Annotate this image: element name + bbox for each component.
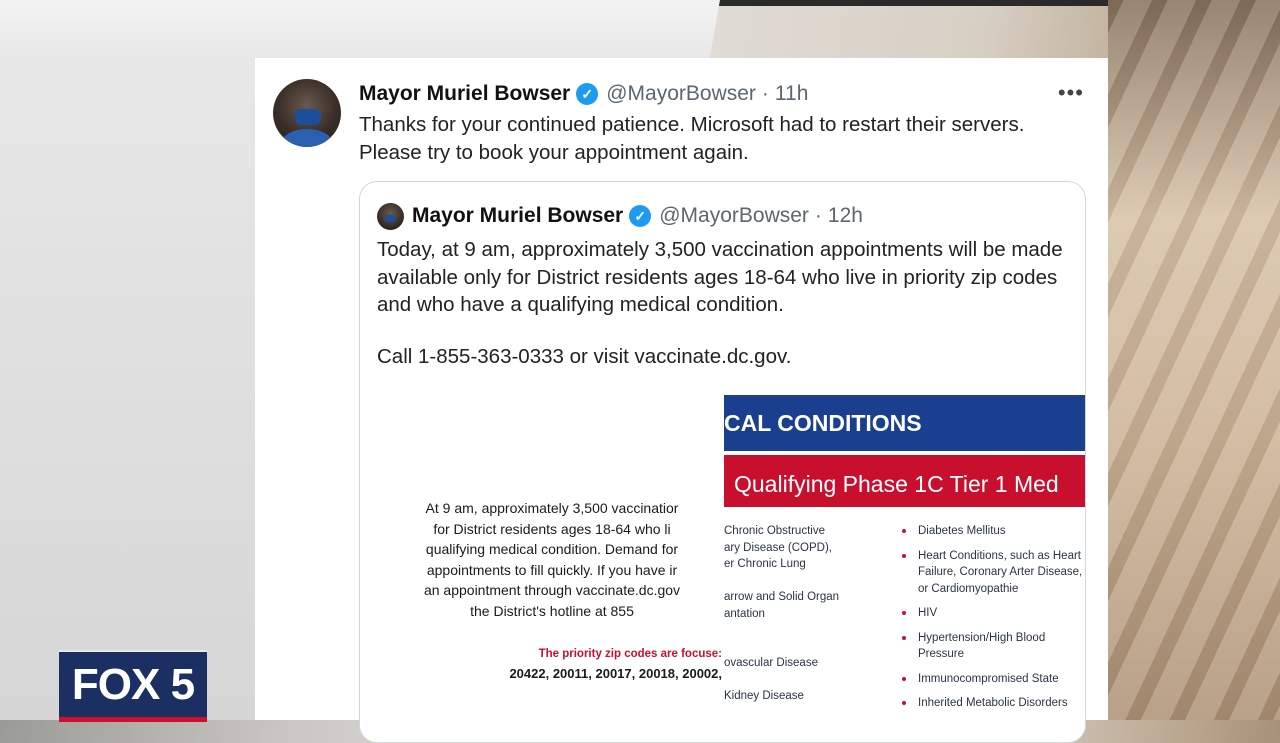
flyer-image-right[interactable]: CAL CONDITIONS Qualifying Phase 1C Tier …	[724, 395, 1085, 742]
quoted-tweet-text: Today, at 9 am, approximately 3,500 vacc…	[377, 238, 1063, 316]
condition-item: Inherited Metabolic Disorders	[902, 695, 1085, 712]
background-left	[0, 6, 255, 720]
flyer-line: qualifying medical condition. Demand for	[425, 541, 679, 557]
condition-item: Diabetes Mellitus	[902, 523, 1085, 540]
flyer-red-banner: Qualifying Phase 1C Tier 1 Med	[724, 455, 1085, 507]
condition-item: Hypertension/High Blood Pressure	[902, 630, 1085, 663]
condition-line: Kidney Disease	[724, 690, 804, 702]
quoted-tweet[interactable]: Mayor Muriel Bowser ✓ @MayorBowser · 12h…	[359, 181, 1086, 743]
background-wood	[1108, 0, 1280, 720]
quoted-author-name[interactable]: Mayor Muriel Bowser	[412, 204, 623, 228]
quoted-tweet-header: Mayor Muriel Bowser ✓ @MayorBowser · 12h	[377, 202, 863, 230]
quoted-tweet-call-text: Call 1-855-363-0333 or visit vaccinate.d…	[377, 345, 792, 368]
quoted-avatar-mask	[385, 214, 396, 222]
condition-line: ary Disease (COPD),	[724, 541, 832, 554]
flyer-line: the District's hotline at 855	[470, 602, 634, 619]
flyer-line: appointments to fill quickly. If you hav…	[426, 561, 678, 578]
quoted-author-handle[interactable]: @MayorBowser	[659, 204, 809, 228]
quoted-verified-badge-icon: ✓	[629, 205, 652, 227]
tweet-time[interactable]: 11h	[775, 82, 808, 106]
condition-line	[724, 639, 884, 656]
fox5-logo-text: FOX 5	[71, 660, 195, 709]
flyer-body-text: At 9 am, approximately 3,500 vaccinatior…	[382, 498, 722, 621]
fox5-logo: FOX 5	[59, 650, 207, 722]
condition-line: antation	[724, 607, 765, 620]
verified-badge-icon: ✓	[576, 83, 599, 105]
quoted-tweet-time[interactable]: 12h	[828, 204, 863, 228]
condition-item: HIV	[902, 605, 1085, 622]
condition-line: ovascular Disease	[724, 657, 818, 669]
more-options-icon[interactable]: •••	[1058, 80, 1084, 106]
flyer-image-left[interactable]: At 9 am, approximately 3,500 vaccinatior…	[360, 482, 724, 742]
quoted-separator-dot: ·	[814, 204, 822, 227]
background-paper	[0, 0, 720, 60]
flyer-line: an appointment through vaccinate.dc.gov	[423, 582, 681, 598]
flyer-blue-banner: CAL CONDITIONS	[724, 395, 1085, 451]
author-name[interactable]: Mayor Muriel Bowser	[359, 82, 570, 106]
condition-line: er Chronic Lung	[724, 558, 806, 570]
avatar-mask	[295, 109, 321, 125]
separator-dot: ·	[761, 82, 769, 105]
condition-line: Chronic Obstructive	[724, 525, 825, 537]
flyer-conditions-col-a: Chronic Obstructive ary Disease (COPD), …	[724, 523, 884, 705]
flyer-zip-codes: 20422, 20011, 20017, 20018, 20002,	[509, 666, 722, 681]
condition-line: arrow and Solid Organ	[724, 591, 840, 603]
tweet-screen: Mayor Muriel Bowser ✓ @MayorBowser · 11h…	[255, 58, 1108, 743]
condition-item: Immunocompromised State	[902, 671, 1085, 688]
tweet-text: Thanks for your continued patience. Micr…	[359, 113, 1025, 164]
condition-item: Heart Conditions, such as Heart Failure,…	[902, 548, 1085, 598]
condition-line	[724, 672, 884, 689]
quoted-author-avatar[interactable]	[377, 202, 404, 230]
author-handle[interactable]: @MayorBowser	[606, 82, 756, 106]
flyer-line: for District residents ages 18-64 who li	[433, 520, 671, 537]
tweet-header: Mayor Muriel Bowser ✓ @MayorBowser · 11h	[359, 81, 808, 107]
condition-line	[724, 573, 884, 590]
flyer-line: At 9 am, approximately 3,500 vaccinatior	[425, 500, 679, 516]
flyer-conditions-col-b: Diabetes Mellitus Heart Conditions, such…	[902, 523, 1085, 720]
avatar-shirt	[281, 129, 333, 147]
condition-line	[724, 622, 884, 639]
flyer-priority-note: The priority zip codes are focuse:	[538, 648, 722, 660]
author-avatar[interactable]	[273, 79, 341, 147]
